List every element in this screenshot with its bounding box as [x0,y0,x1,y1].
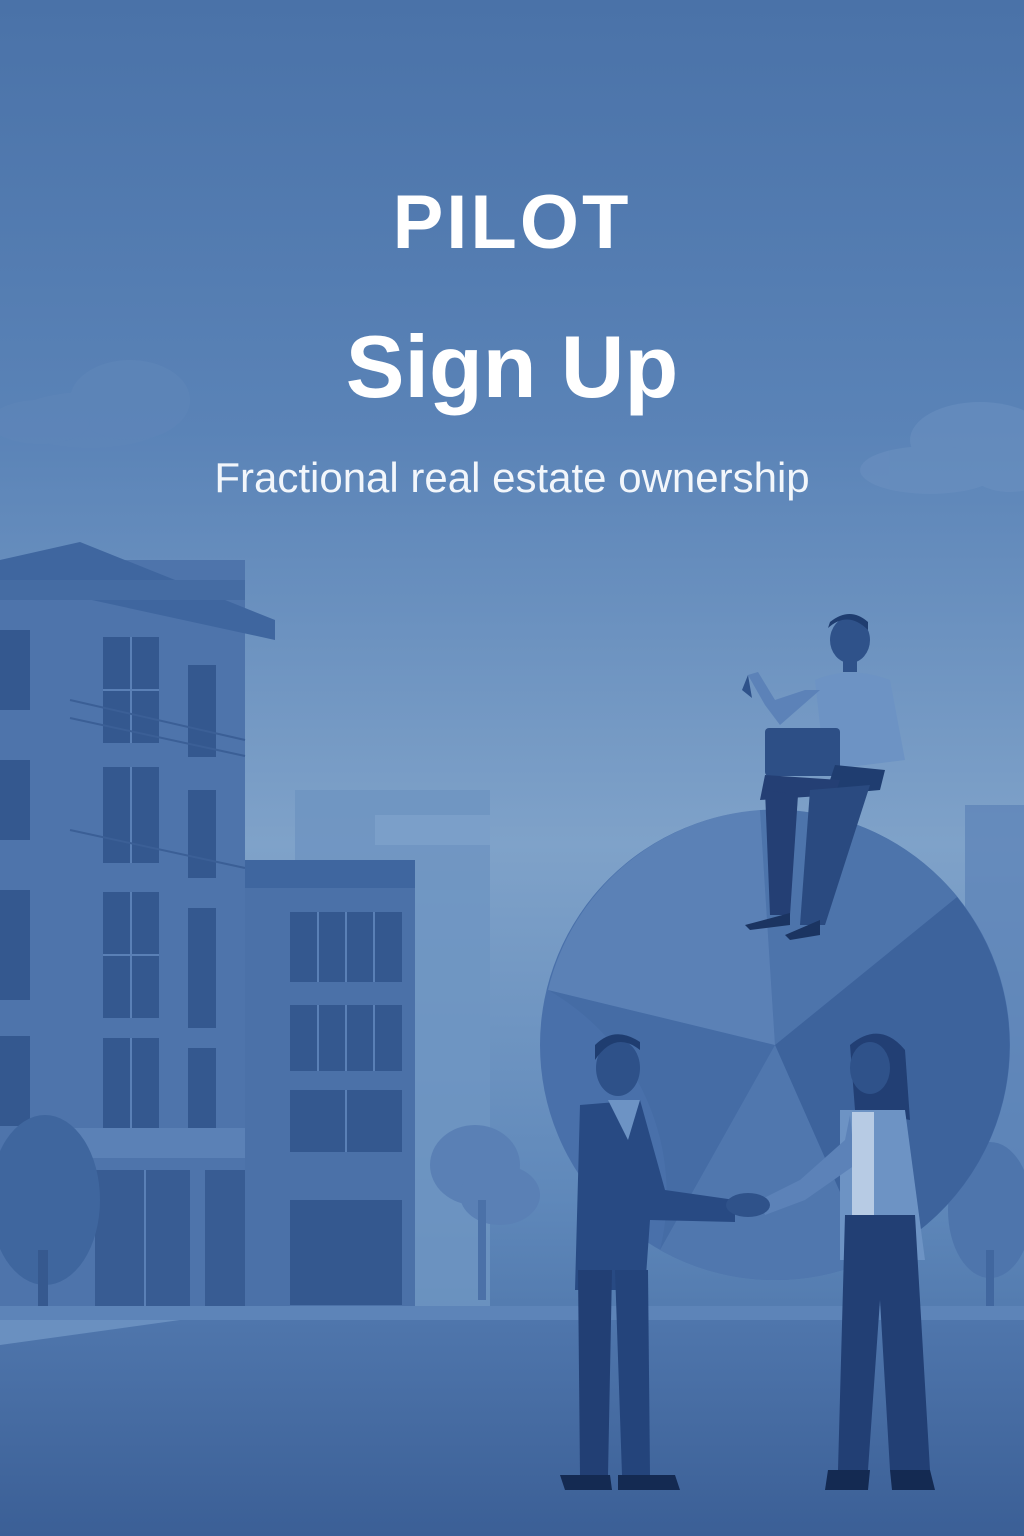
page-title: Sign Up [345,317,679,416]
page-subtitle: Fractional real estate ownership [214,454,810,501]
brand-logo: PILOT [392,180,632,265]
handshake [726,1193,770,1217]
building-middle [245,860,415,1310]
